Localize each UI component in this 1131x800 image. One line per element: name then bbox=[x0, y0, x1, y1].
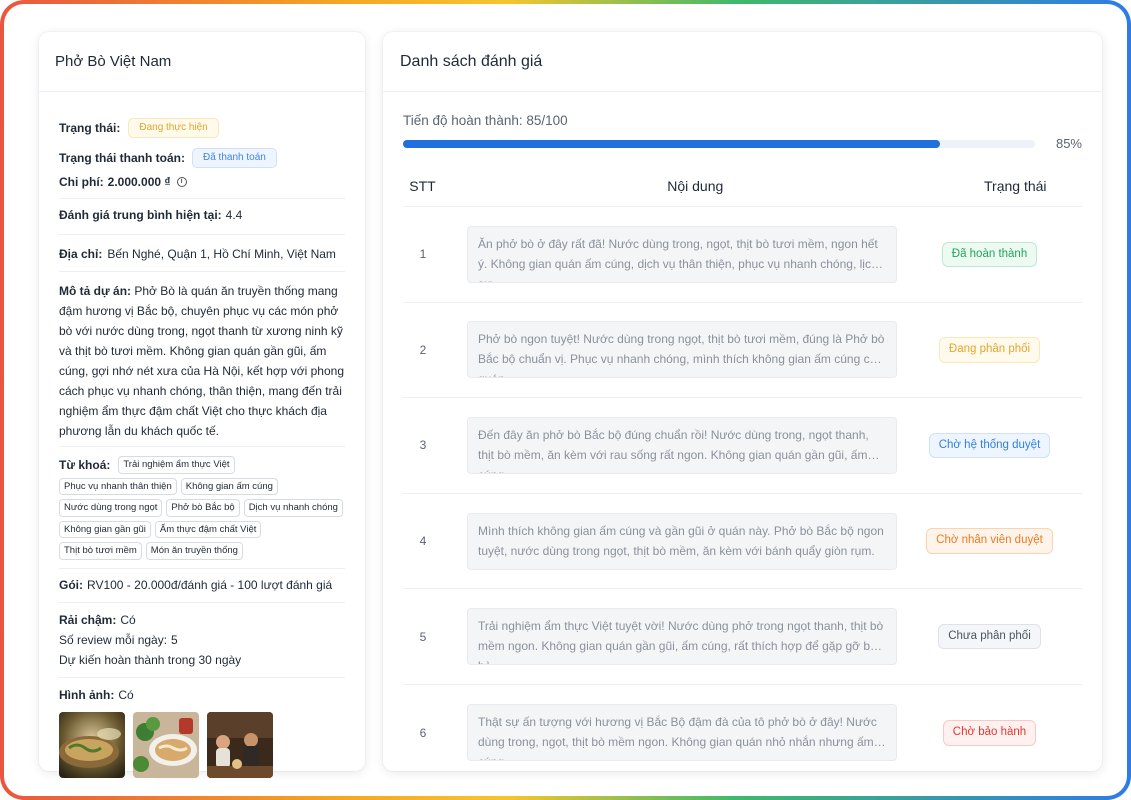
review-status-badge: Đang phân phối bbox=[938, 337, 1041, 363]
daily-row: Số review mỗi ngày: 5 bbox=[59, 633, 345, 647]
description: Mô tả dự án: Phở Bò là quán ăn truyền th… bbox=[59, 281, 345, 441]
gradient-frame: Phở Bò Việt Nam Trạng thái: Đang thực hi… bbox=[0, 0, 1131, 800]
review-status-badge: Chờ hệ thống duyệt bbox=[928, 432, 1051, 459]
keyword-tag: Không gian gần gũi bbox=[59, 520, 151, 538]
rating-row: Đánh giá trung bình hiện tại: 4.4 bbox=[59, 208, 345, 222]
review-content[interactable]: Đến đây ăn phở bò Bắc bộ đúng chuẩn rồi!… bbox=[467, 416, 897, 474]
status-label: Trạng thái: bbox=[59, 121, 121, 135]
row-number: 6 bbox=[419, 725, 427, 740]
address-row: Địa chỉ: Bến Nghé, Quận 1, Hồ Chí Minh, … bbox=[59, 247, 345, 261]
keywords: Từ khoá: Trải nghiệm ẩm thực Việt Phục v… bbox=[59, 456, 345, 560]
review-content[interactable]: Trải nghiệm ẩm thực Việt tuyệt vời! Nước… bbox=[467, 608, 897, 666]
keywords-label: Từ khoá: bbox=[59, 457, 111, 472]
image-thumbnail[interactable] bbox=[133, 711, 199, 778]
project-title: Phở Bò Việt Nam bbox=[39, 32, 365, 92]
table-row[interactable]: 2 Phở bò ngon tuyệt! Nước dùng trong ngọ… bbox=[403, 303, 1082, 399]
info-icon[interactable]: i bbox=[176, 177, 187, 187]
description-label: Mô tả dự án: bbox=[59, 284, 132, 298]
table-row[interactable]: 6 Thật sự ấn tượng với hương vị Bắc Bộ đ… bbox=[403, 685, 1082, 781]
column-header-status: Trạng thái bbox=[984, 177, 1047, 194]
review-status-badge: Chờ nhân viên duyệt bbox=[926, 528, 1053, 554]
keyword-tag: Không gian ấm cúng bbox=[180, 477, 278, 495]
keyword-tag: Món ăn truyền thống bbox=[145, 542, 243, 560]
row-number: 4 bbox=[419, 534, 427, 549]
drip-row: Rải chậm: Có bbox=[59, 613, 345, 627]
progress-section: Tiến độ hoàn thành: 85/100 85% bbox=[383, 92, 1102, 151]
images-value: Có bbox=[118, 687, 134, 702]
cost-label: Chi phí: bbox=[59, 175, 104, 189]
review-content[interactable]: Thật sự ấn tượng với hương vị Bắc Bộ đậm… bbox=[467, 704, 897, 762]
status-badge: Đang thực hiện bbox=[128, 118, 219, 138]
keyword-tag: Thịt bò tươi mềm bbox=[59, 542, 142, 560]
package-value: RV100 - 20.000đ/đánh giá - 100 lượt đánh… bbox=[87, 577, 333, 592]
keyword-tag: Dịch vụ nhanh chóng bbox=[243, 499, 343, 517]
cost-row: Chi phí: 2.000.000 ₫ i bbox=[59, 175, 345, 189]
address-label: Địa chỉ: bbox=[59, 247, 103, 261]
row-number: 1 bbox=[419, 247, 427, 262]
daily-label: Số review mỗi ngày: bbox=[59, 632, 168, 647]
eta-text: Dự kiến hoàn thành trong 30 ngày bbox=[59, 652, 242, 667]
review-content[interactable]: Phở bò ngon tuyệt! Nước dùng trong ngọt,… bbox=[467, 321, 897, 379]
reviews-table: STT Nội dung Trạng thái 1 Ăn phở bò ở đâ… bbox=[403, 165, 1082, 781]
table-row[interactable]: 3 Đến đây ăn phở bò Bắc bộ đúng chuẩn rồ… bbox=[403, 398, 1082, 494]
address-value: Bến Nghé, Quận 1, Hồ Chí Minh, Việt Nam bbox=[107, 247, 336, 261]
keyword-tag: Ẩm thực đậm chất Việt bbox=[154, 520, 262, 538]
reviews-card: Danh sách đánh giá Tiến độ hoàn thành: 8… bbox=[383, 32, 1102, 771]
image-thumbnails bbox=[59, 711, 345, 778]
table-row[interactable]: 4 Mình thích không gian ấm cúng và gần g… bbox=[403, 494, 1082, 590]
images-row: Hình ảnh: Có bbox=[59, 688, 345, 702]
rating-label: Đánh giá trung bình hiện tại: bbox=[59, 208, 222, 222]
progress-bar bbox=[403, 139, 1035, 148]
keyword-tag: Phở bò Bắc bộ bbox=[166, 499, 240, 517]
table-row[interactable]: 5 Trải nghiệm ẩm thực Việt tuyệt vời! Nư… bbox=[403, 589, 1082, 685]
payment-badge: Đã thanh toán bbox=[192, 148, 277, 168]
column-header-content: Nội dung bbox=[667, 177, 724, 194]
cost-value: 2.000.000 ₫ bbox=[107, 175, 171, 189]
payment-row: Trạng thái thanh toán: Đã thanh toán bbox=[59, 148, 345, 168]
review-status-badge: Đã hoàn thành bbox=[941, 241, 1038, 268]
page-surface: Phở Bò Việt Nam Trạng thái: Đang thực hi… bbox=[4, 4, 1127, 796]
row-number: 5 bbox=[419, 629, 427, 644]
table-row[interactable]: 1 Ăn phở bò ở đây rất đã! Nước dùng tron… bbox=[403, 207, 1082, 303]
review-status-badge: Chưa phân phối bbox=[938, 623, 1041, 650]
daily-value: 5 bbox=[171, 632, 178, 647]
keyword-tag: Phục vụ nhanh thân thiện bbox=[59, 477, 177, 495]
package-label: Gói: bbox=[59, 577, 83, 592]
column-header-stt: STT bbox=[409, 177, 436, 194]
status-row: Trạng thái: Đang thực hiện bbox=[59, 118, 345, 138]
progress-fill bbox=[403, 139, 941, 148]
description-text: Phở Bò là quán ăn truyền thống mang đậm … bbox=[59, 284, 344, 438]
images-label: Hình ảnh: bbox=[59, 687, 115, 702]
keyword-tag: Trải nghiệm ẩm thực Việt bbox=[118, 456, 235, 474]
package-row: Gói: RV100 - 20.000đ/đánh giá - 100 lượt… bbox=[59, 578, 345, 592]
row-number: 2 bbox=[419, 342, 427, 357]
rating-value: 4.4 bbox=[225, 208, 243, 222]
drip-label: Rải chậm: bbox=[59, 612, 117, 627]
payment-label: Trạng thái thanh toán: bbox=[59, 151, 185, 165]
review-content[interactable]: Ăn phở bò ở đây rất đã! Nước dùng trong,… bbox=[467, 225, 897, 283]
keyword-tag: Nước dùng trong ngọt bbox=[59, 499, 163, 517]
review-status-badge: Chờ bảo hành bbox=[942, 720, 1037, 746]
image-thumbnail[interactable] bbox=[207, 711, 273, 778]
drip-value: Có bbox=[120, 612, 136, 627]
image-thumbnail[interactable] bbox=[59, 711, 125, 778]
reviews-title: Danh sách đánh giá bbox=[383, 32, 1102, 92]
progress-label: Tiến độ hoàn thành: 85/100 bbox=[403, 113, 568, 128]
progress-percent: 85% bbox=[1055, 136, 1082, 151]
project-details-card: Phở Bò Việt Nam Trạng thái: Đang thực hi… bbox=[39, 32, 365, 778]
row-number: 3 bbox=[419, 438, 427, 453]
table-header: STT Nội dung Trạng thái bbox=[403, 165, 1082, 207]
review-content[interactable]: Mình thích không gian ấm cúng và gần gũi… bbox=[467, 512, 897, 570]
